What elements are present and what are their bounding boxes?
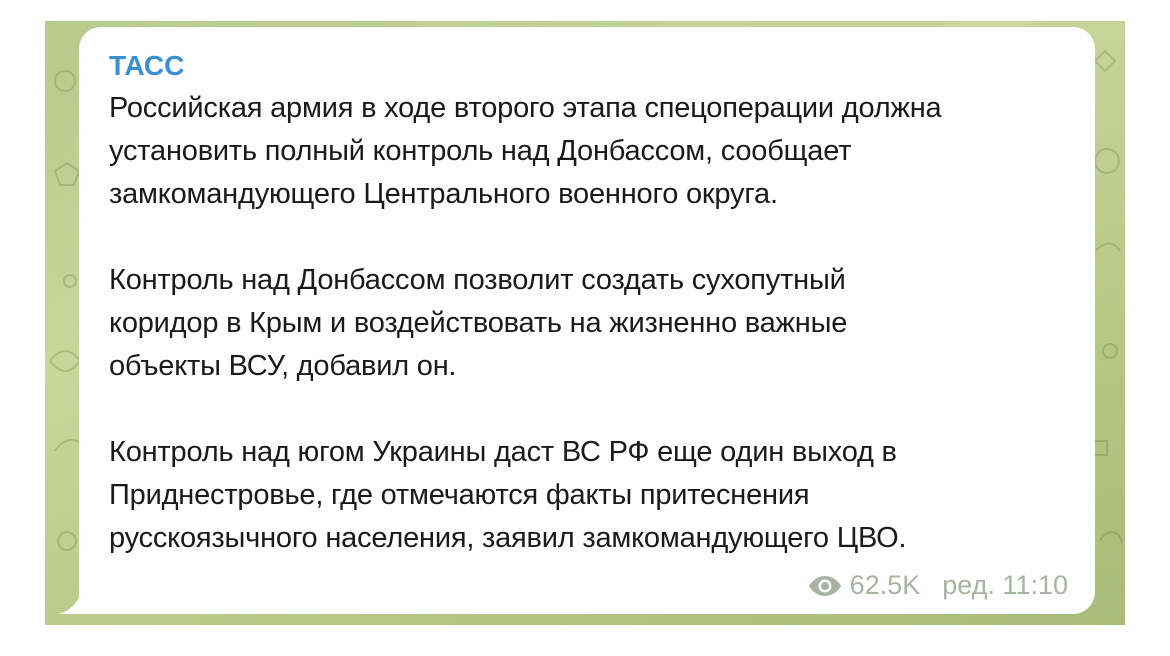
view-count: 62.5K bbox=[849, 570, 921, 600]
channel-name[interactable]: ТАСС bbox=[109, 49, 1065, 83]
message-line: установить полный контроль над Донбассом… bbox=[109, 135, 852, 167]
message-line: коридор в Крым и воздействовать на жизне… bbox=[109, 307, 848, 339]
message-line: русскоязычного населения, заявил замкома… bbox=[109, 522, 907, 554]
edited-timestamp: ред. 11:10 bbox=[942, 570, 1068, 600]
message-line: Российская армия в ходе второго этапа сп… bbox=[109, 92, 942, 124]
eye-icon bbox=[808, 575, 841, 596]
message-paragraph: Российская армия в ходе второго этапа сп… bbox=[109, 87, 1065, 216]
message-line: замкомандующего Центрального военного ок… bbox=[109, 178, 778, 210]
message-text: Российская армия в ходе второго этапа сп… bbox=[109, 87, 1065, 560]
message-paragraph: Контроль над югом Украины даст ВС РФ еще… bbox=[109, 431, 1065, 560]
message-line: Приднестровье, где отмечаются факты прит… bbox=[109, 479, 810, 511]
message-bubble[interactable]: ТАСС Российская армия в ходе второго эта… bbox=[79, 27, 1095, 614]
message-paragraph: Контроль над Донбассом позволит создать … bbox=[109, 259, 1065, 388]
message-line: объекты ВСУ, добавил он. bbox=[109, 350, 457, 382]
message-line: Контроль над Донбассом позволит создать … bbox=[109, 264, 846, 296]
message-line: Контроль над югом Украины даст ВС РФ еще… bbox=[109, 436, 897, 468]
message-meta: 62.5K ред. 11:10 bbox=[808, 570, 1068, 601]
